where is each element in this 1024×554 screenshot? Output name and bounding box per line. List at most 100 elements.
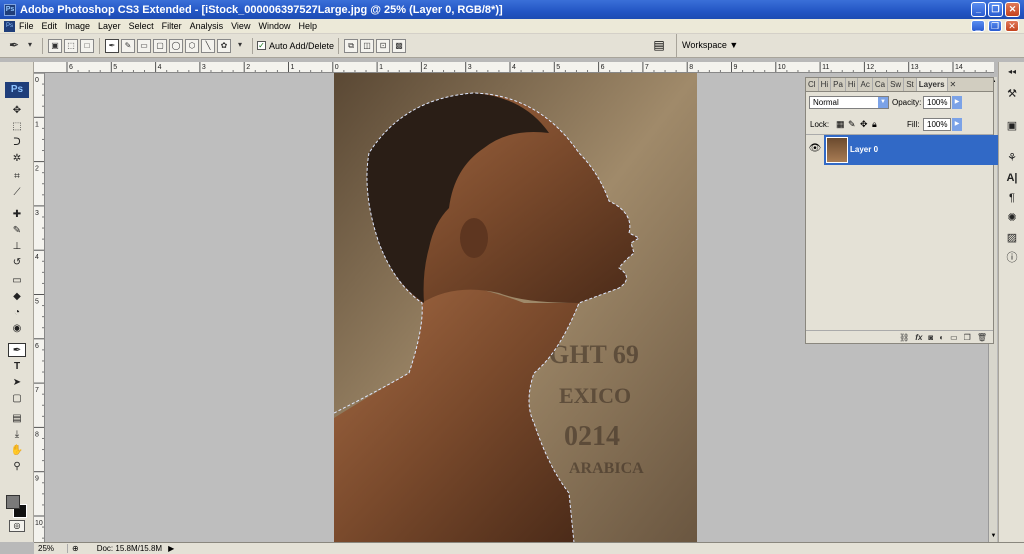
- freeform-pen-icon[interactable]: ✎: [121, 38, 135, 53]
- status-menu-icon[interactable]: ⊕: [68, 544, 79, 553]
- dodge-tool-icon[interactable]: ◉: [8, 322, 26, 336]
- doc-minimize-button[interactable]: _: [971, 20, 985, 32]
- menu-window[interactable]: Window: [258, 21, 290, 31]
- rectangle-shape-icon[interactable]: ▭: [137, 38, 151, 53]
- fill-input[interactable]: 100%: [923, 118, 951, 131]
- eraser-tool-icon[interactable]: ▭: [8, 274, 26, 288]
- lock-transparent-icon[interactable]: ▦: [836, 119, 845, 130]
- document-canvas[interactable]: GHT 69 EXICO 0214 ARABICA: [334, 73, 697, 543]
- hand-tool-icon[interactable]: ✋: [8, 444, 26, 458]
- geometry-options-icon[interactable]: ▾: [233, 39, 247, 53]
- vertical-ruler[interactable]: 0 1 2 3 4 5 6 7 8 9 10: [34, 73, 45, 543]
- tab-channels[interactable]: Ca: [873, 78, 889, 91]
- blend-dropdown-icon[interactable]: ▼: [878, 97, 888, 108]
- tab-paths[interactable]: Pa: [831, 78, 846, 91]
- rounded-rectangle-icon[interactable]: ▢: [153, 38, 167, 53]
- link-layers-icon[interactable]: ⛓︎: [899, 333, 909, 342]
- eyedropper-tool-icon[interactable]: ⤓: [8, 428, 26, 442]
- tab-clone-source[interactable]: Cl: [806, 78, 819, 91]
- close-tab-icon[interactable]: ✕: [948, 78, 959, 91]
- combine-intersect-icon[interactable]: ⊡: [376, 38, 391, 53]
- path-selection-tool-icon[interactable]: ➤: [8, 376, 26, 390]
- brushes-icon[interactable]: ⚘: [1003, 150, 1021, 166]
- crop-tool-icon[interactable]: ⌗: [8, 170, 26, 184]
- fill-slider-icon[interactable]: ▶: [952, 118, 962, 131]
- tool-presets-icon[interactable]: ▤: [650, 38, 668, 54]
- blur-tool-icon[interactable]: ◔: [8, 306, 26, 320]
- preset-dropdown-icon[interactable]: ▾: [23, 39, 37, 53]
- polygon-shape-icon[interactable]: ⬡: [185, 38, 199, 53]
- magic-wand-tool-icon[interactable]: ✲: [8, 152, 26, 166]
- foreground-color-swatch[interactable]: [6, 495, 20, 509]
- quick-mask-icon[interactable]: ◎: [9, 520, 25, 532]
- close-button[interactable]: ✕: [1005, 2, 1020, 17]
- character-icon[interactable]: A|: [1003, 170, 1021, 186]
- paint-bucket-tool-icon[interactable]: ◆: [8, 290, 26, 304]
- fill-pixels-icon[interactable]: □: [80, 38, 94, 53]
- marquee-tool-icon[interactable]: ⬚: [8, 120, 26, 134]
- pen-mode-icon[interactable]: ✒: [105, 38, 119, 53]
- auto-add-delete-checkbox[interactable]: ✓: [257, 41, 266, 50]
- type-tool-icon[interactable]: T: [8, 360, 26, 374]
- delete-layer-icon[interactable]: 🗑︎: [977, 333, 987, 342]
- scroll-down-icon[interactable]: ▼: [989, 532, 998, 541]
- zoom-level[interactable]: 25%: [34, 544, 68, 553]
- paths-icon[interactable]: ⬚: [64, 38, 78, 53]
- combine-subtract-icon[interactable]: ◫: [360, 38, 375, 53]
- menu-layer[interactable]: Layer: [98, 21, 121, 31]
- tab-histogram[interactable]: Hi: [819, 78, 832, 91]
- menu-filter[interactable]: Filter: [162, 21, 182, 31]
- zoom-tool-icon[interactable]: ⚲: [8, 460, 26, 474]
- status-expand-icon[interactable]: ▶: [162, 544, 174, 553]
- eye-visibility-icon[interactable]: 👁︎: [808, 143, 822, 157]
- restore-button[interactable]: ❐: [988, 2, 1003, 17]
- menu-view[interactable]: View: [231, 21, 250, 31]
- menu-edit[interactable]: Edit: [42, 21, 58, 31]
- navigator-icon[interactable]: ⚒: [1003, 86, 1021, 102]
- notes-tool-icon[interactable]: ▤: [8, 412, 26, 426]
- shape-tool-icon[interactable]: ▢: [8, 392, 26, 406]
- custom-shape-icon[interactable]: ✿: [217, 38, 231, 53]
- menu-file[interactable]: File: [19, 21, 34, 31]
- tab-actions[interactable]: Ac: [858, 78, 873, 91]
- workspace-menu[interactable]: Workspace ▼: [682, 40, 738, 50]
- horizontal-ruler[interactable]: 6 5 4 3 2 1 0 1 2 3 4 5 6 7 8 9 10 11 12 13 14: [34, 62, 994, 73]
- line-shape-icon[interactable]: ╲: [201, 38, 215, 53]
- adjustment-layer-icon[interactable]: ◐: [939, 333, 944, 342]
- lock-position-icon[interactable]: ✥: [860, 119, 868, 130]
- menu-help[interactable]: Help: [298, 21, 317, 31]
- tab-styles[interactable]: St: [904, 78, 917, 91]
- menu-select[interactable]: Select: [129, 21, 154, 31]
- pen-tool-icon[interactable]: ✒: [8, 343, 26, 357]
- menu-analysis[interactable]: Analysis: [190, 21, 224, 31]
- layer-row[interactable]: Layer 0: [824, 135, 1002, 165]
- auto-add-delete-option[interactable]: ✓ Auto Add/Delete: [257, 41, 334, 51]
- shape-layers-icon[interactable]: ▣: [48, 38, 62, 53]
- tab-layers[interactable]: Layers: [916, 78, 948, 91]
- tab-swatches[interactable]: Sw: [888, 78, 905, 91]
- info-icon[interactable]: ⓘ: [1003, 250, 1021, 266]
- pen-tool-preset-icon[interactable]: ✒: [7, 39, 21, 53]
- opacity-slider-icon[interactable]: ▶: [952, 96, 962, 109]
- clone-stamp-tool-icon[interactable]: ⊥: [8, 240, 26, 254]
- photoshop-logo[interactable]: Ps: [5, 82, 29, 98]
- menu-image[interactable]: Image: [65, 21, 90, 31]
- opacity-input[interactable]: 100%: [923, 96, 951, 109]
- combine-exclude-icon[interactable]: ▩: [392, 38, 407, 53]
- minimize-button[interactable]: _: [971, 2, 986, 17]
- layer-mask-icon[interactable]: ◙: [928, 333, 933, 342]
- healing-brush-tool-icon[interactable]: ✚: [8, 208, 26, 222]
- new-group-icon[interactable]: ▭: [950, 333, 958, 342]
- move-tool-icon[interactable]: ✥: [8, 104, 26, 118]
- tool-presets-dock-icon[interactable]: ✺: [1003, 210, 1021, 226]
- brush-tool-icon[interactable]: ✎: [8, 224, 26, 238]
- app-menu-icon[interactable]: Ps: [4, 20, 15, 32]
- info-panel-icon[interactable]: ▣: [1003, 118, 1021, 134]
- new-layer-icon[interactable]: ❐: [964, 333, 971, 342]
- lock-image-icon[interactable]: ✎: [848, 119, 856, 130]
- window-title-bar[interactable]: Ps Adobe Photoshop CS3 Extended - [iStoc…: [0, 0, 1024, 19]
- layer-comps-icon[interactable]: ▨: [1003, 230, 1021, 246]
- tab-history[interactable]: Hi: [846, 78, 859, 91]
- paragraph-icon[interactable]: ¶: [1003, 190, 1021, 206]
- blend-mode-select[interactable]: Normal ▼: [809, 96, 889, 109]
